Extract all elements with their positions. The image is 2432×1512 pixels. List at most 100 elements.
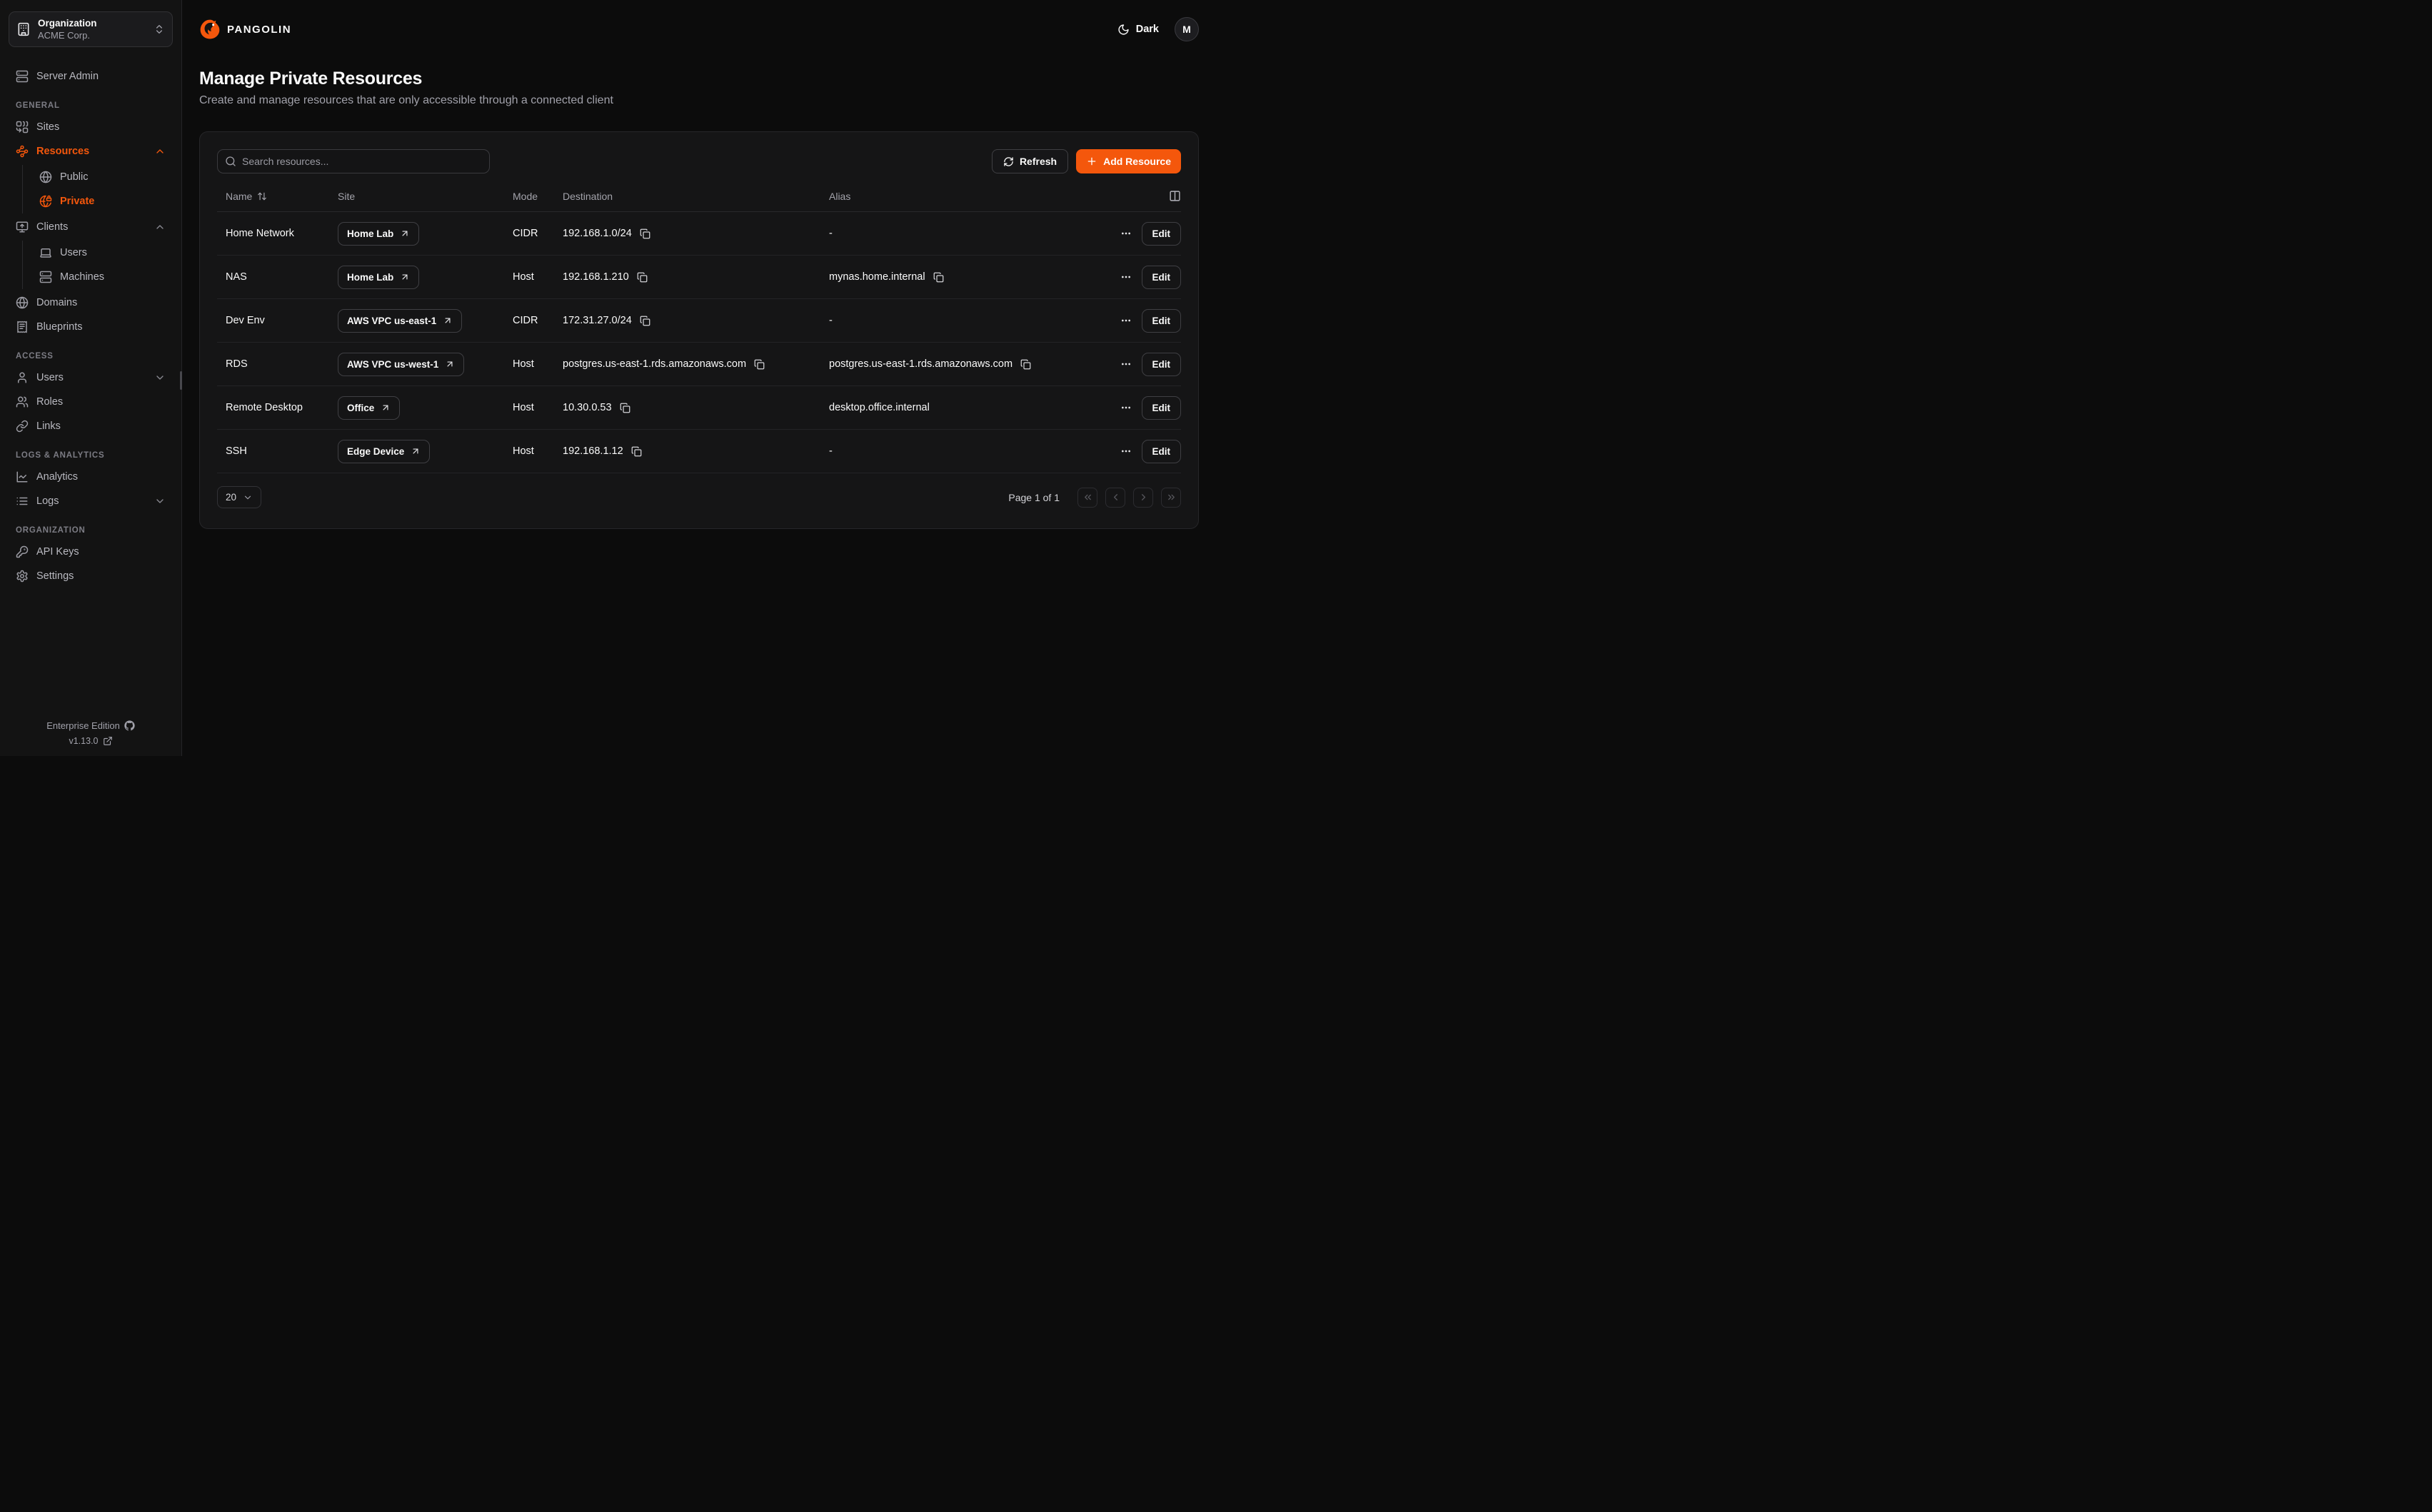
sidebar-item-label: Private [60,196,94,207]
edit-button[interactable]: Edit [1142,440,1182,463]
sidebar-item-links[interactable]: Links [9,414,173,438]
theme-toggle[interactable]: Dark [1117,24,1159,36]
site-link-button[interactable]: AWS VPC us-east-1 [338,309,462,333]
site-link-button[interactable]: Home Lab [338,266,419,289]
copy-destination-button[interactable] [753,358,766,371]
laptop-icon [39,246,52,259]
sidebar-footer: Enterprise Edition v1.13.0 [0,720,181,746]
arrow-up-right-icon [400,272,410,282]
sidebar-item-domains[interactable]: Domains [9,291,173,315]
add-resource-button[interactable]: Add Resource [1076,149,1181,173]
sidebar-item-analytics[interactable]: Analytics [9,465,173,489]
sidebar-item-public[interactable]: Public [32,165,173,189]
resource-alias: desktop.office.internal [829,402,930,413]
edit-button[interactable]: Edit [1142,309,1182,333]
external-link-icon [103,736,113,746]
site-link-button[interactable]: Office [338,396,400,420]
sidebar-item-label: API Keys [36,546,79,558]
edition-label: Enterprise Edition [46,720,120,731]
org-selector[interactable]: Organization ACME Corp. [9,11,173,47]
first-page-button[interactable] [1077,488,1097,508]
column-header-site: Site [338,191,513,202]
resource-mode: Host [513,271,563,283]
gear-icon [16,570,29,583]
avatar[interactable]: M [1175,17,1199,41]
sidebar-item-label: Server Admin [36,71,99,82]
section-label-organization: ORGANIZATION [16,526,166,535]
resource-mode: Host [513,358,563,370]
sidebar-item-label: Users [60,247,87,258]
sidebar-item-resources[interactable]: Resources [9,139,173,163]
sidebar-item-blueprints[interactable]: Blueprints [9,315,173,339]
sidebar-item-api-keys[interactable]: API Keys [9,540,173,564]
pangolin-logo [199,19,221,40]
brand-name: PANGOLIN [227,24,291,36]
chevron-down-icon [243,493,253,503]
page-indicator: Page 1 of 1 [1008,492,1060,503]
clients-icon [16,221,29,233]
site-link-button[interactable]: Edge Device [338,440,430,463]
sidebar-item-logs[interactable]: Logs [9,489,173,513]
edit-button[interactable]: Edit [1142,353,1182,376]
key-icon [16,545,29,558]
resource-destination: 192.168.1.12 [563,445,623,457]
sidebar-item-label: Settings [36,570,74,582]
copy-destination-button[interactable] [635,271,649,284]
last-page-button[interactable] [1161,488,1181,508]
copy-alias-button[interactable] [932,271,945,284]
version-link[interactable]: v1.13.0 [0,736,181,746]
chevrons-up-down-icon [154,24,165,35]
row-menu-button[interactable] [1119,400,1133,415]
org-selector-value: ACME Corp. [38,30,146,41]
page-title: Manage Private Resources [199,69,1199,89]
sidebar-item-machines[interactable]: Machines [32,265,173,289]
resources-card: Refresh Add Resource Name Site Mode Dest… [199,131,1199,529]
site-link-button[interactable]: AWS VPC us-west-1 [338,353,464,376]
copy-destination-button[interactable] [630,445,643,458]
globe-icon [39,171,52,183]
github-icon[interactable] [124,720,135,731]
row-menu-button[interactable] [1119,270,1133,284]
row-menu-button[interactable] [1119,444,1133,458]
sidebar-item-settings[interactable]: Settings [9,564,173,588]
copy-icon [933,272,944,283]
sidebar-item-label: Resources [36,146,89,157]
row-menu-button[interactable] [1119,226,1133,241]
sidebar-item-label: Users [36,372,64,383]
sidebar-item-roles[interactable]: Roles [9,390,173,414]
resource-destination: 192.168.1.0/24 [563,228,632,239]
resource-alias: - [829,445,833,457]
search-input[interactable] [217,149,490,173]
sidebar-item-users[interactable]: Users [9,366,173,390]
version-label: v1.13.0 [69,736,98,746]
sidebar-item-private[interactable]: Private [32,189,173,213]
previous-page-button[interactable] [1105,488,1125,508]
sidebar-item-clients[interactable]: Clients [9,215,173,239]
brand[interactable]: PANGOLIN [199,19,291,40]
columns-toggle-icon[interactable] [1169,190,1181,202]
copy-destination-button[interactable] [638,314,652,328]
sidebar-item-client-users[interactable]: Users [32,241,173,265]
row-menu-button[interactable] [1119,357,1133,371]
resource-name: NAS [226,271,338,283]
server-icon [39,271,52,283]
row-menu-button[interactable] [1119,313,1133,328]
edit-button[interactable]: Edit [1142,396,1182,420]
copy-alias-button[interactable] [1019,358,1032,371]
user-icon [16,371,29,384]
sidebar-item-server-admin[interactable]: Server Admin [9,64,173,89]
next-page-button[interactable] [1133,488,1153,508]
sidebar-item-label: Roles [36,396,63,408]
column-header-name[interactable]: Name [226,191,338,202]
copy-destination-button[interactable] [618,401,632,415]
sidebar-item-sites[interactable]: Sites [9,115,173,139]
sort-icon[interactable] [257,191,267,201]
edit-button[interactable]: Edit [1142,222,1182,246]
copy-destination-button[interactable] [638,227,652,241]
page-size-select[interactable]: 20 [217,486,261,508]
site-link-button[interactable]: Home Lab [338,222,419,246]
arrow-up-right-icon [443,316,453,326]
edit-button[interactable]: Edit [1142,266,1182,289]
refresh-button[interactable]: Refresh [992,149,1068,173]
resource-alias: postgres.us-east-1.rds.amazonaws.com [829,358,1013,370]
